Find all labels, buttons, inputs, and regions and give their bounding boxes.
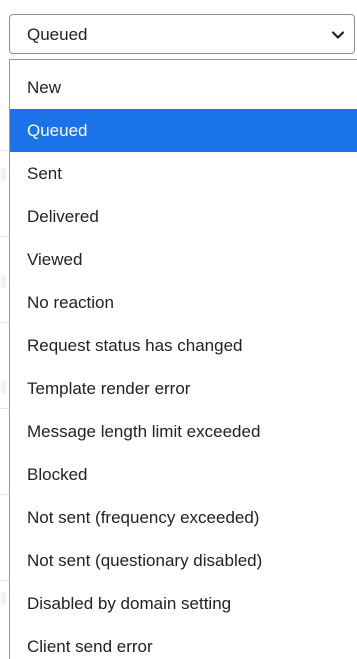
background-divider xyxy=(0,236,9,237)
background-divider xyxy=(0,494,9,495)
status-option[interactable]: Message length limit exceeded xyxy=(10,410,357,453)
status-option[interactable]: New xyxy=(10,66,357,109)
status-option[interactable]: No reaction xyxy=(10,281,357,324)
status-option[interactable]: Client send error xyxy=(10,625,357,659)
status-options-list: New Queued Sent Delivered Viewed No reaction R… xyxy=(9,59,357,659)
background-fragment xyxy=(1,380,6,394)
status-option[interactable]: Blocked xyxy=(10,453,357,496)
background-fragment xyxy=(1,592,6,606)
background-divider xyxy=(0,408,9,409)
status-option[interactable]: Not sent (questionary disabled) xyxy=(10,539,357,582)
status-select-value: Queued xyxy=(27,25,88,44)
status-option[interactable]: Request status has changed xyxy=(10,324,357,367)
status-option[interactable]: Viewed xyxy=(10,238,357,281)
status-option[interactable]: Disabled by domain setting xyxy=(10,582,357,625)
background-divider xyxy=(0,580,9,581)
status-option[interactable]: Delivered xyxy=(10,195,357,238)
status-option[interactable]: Not sent (frequency exceeded) xyxy=(10,496,357,539)
background-divider xyxy=(0,150,9,151)
status-option[interactable]: Template render error xyxy=(10,367,357,410)
background-fragment xyxy=(1,168,6,182)
background-divider xyxy=(0,322,9,323)
status-option[interactable]: Queued xyxy=(10,109,357,152)
status-select[interactable]: Queued xyxy=(9,14,355,54)
chevron-down-icon xyxy=(331,31,345,39)
status-option[interactable]: Sent xyxy=(10,152,357,195)
background-fragment xyxy=(1,274,6,288)
